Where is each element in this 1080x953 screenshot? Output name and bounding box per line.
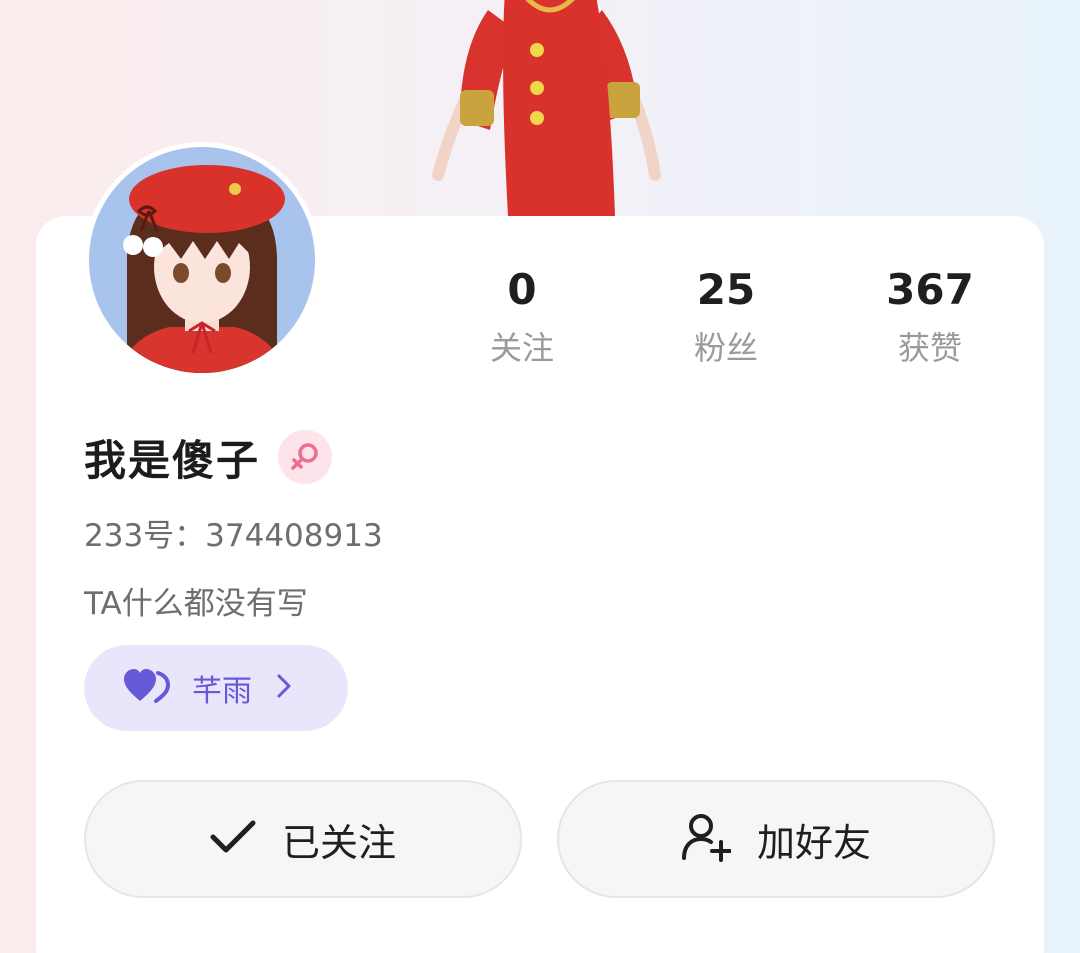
stat-likes-value: 367 bbox=[886, 265, 974, 314]
female-icon bbox=[278, 430, 333, 484]
user-id: 233号：374408913 bbox=[84, 518, 383, 554]
following-button-label: 已关注 bbox=[281, 820, 396, 865]
heart-pair-icon bbox=[124, 669, 172, 707]
chevron-right-icon bbox=[276, 673, 292, 703]
partner-name: 芊雨 bbox=[192, 674, 252, 709]
name-row: 我是傻子 bbox=[84, 428, 333, 486]
stat-following-label: 关注 bbox=[489, 329, 554, 367]
add-friend-button[interactable]: 加好友 bbox=[557, 780, 995, 898]
partner-badge[interactable]: 芊雨 bbox=[84, 645, 348, 731]
check-icon bbox=[210, 820, 256, 858]
stats-row: 0 关注 25 粉丝 367 获赞 bbox=[420, 262, 1032, 372]
add-user-icon bbox=[681, 812, 732, 866]
user-bio: TA什么都没有写 bbox=[84, 586, 308, 622]
user-name: 我是傻子 bbox=[84, 435, 261, 485]
avatar[interactable] bbox=[84, 142, 320, 378]
add-friend-button-label: 加好友 bbox=[756, 820, 871, 865]
stat-fans[interactable]: 25 粉丝 bbox=[624, 262, 828, 372]
stat-likes[interactable]: 367 获赞 bbox=[828, 262, 1032, 372]
stat-fans-value: 25 bbox=[696, 265, 756, 314]
stat-following-value: 0 bbox=[507, 265, 537, 314]
character-figure bbox=[432, 0, 661, 216]
following-button[interactable]: 已关注 bbox=[84, 780, 522, 898]
stat-fans-label: 粉丝 bbox=[693, 329, 758, 367]
stat-following[interactable]: 0 关注 bbox=[420, 262, 624, 372]
stat-likes-label: 获赞 bbox=[897, 329, 962, 367]
